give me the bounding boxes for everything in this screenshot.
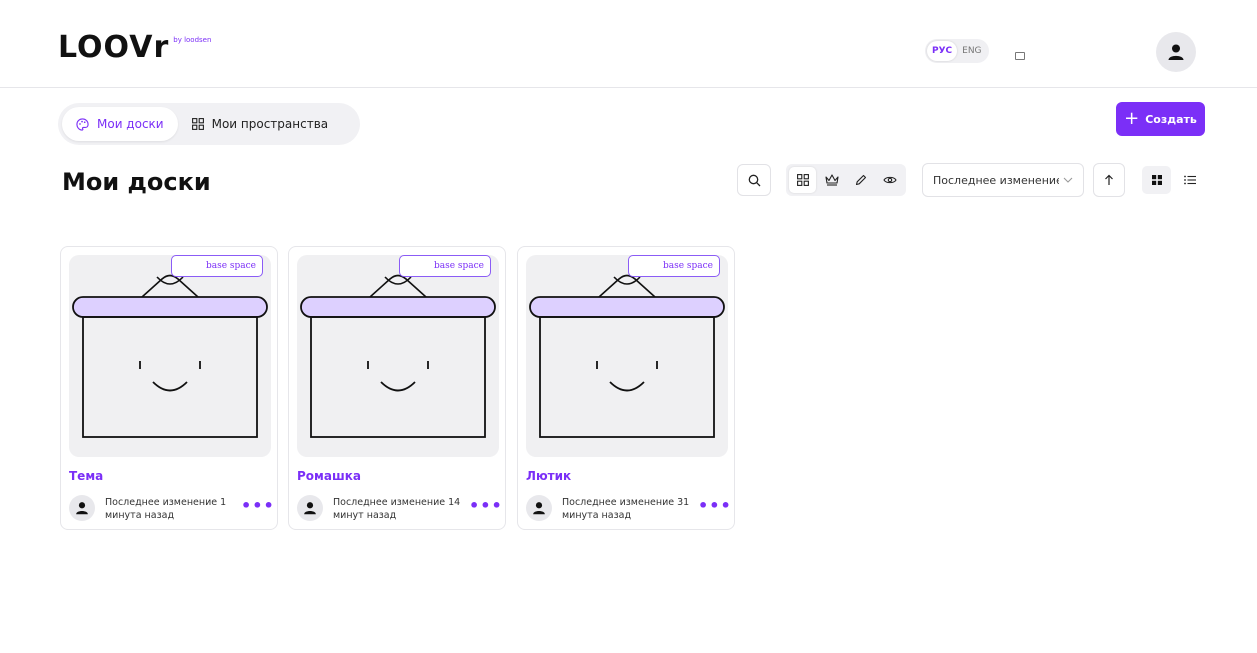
create-button[interactable]: + Создать <box>1116 102 1205 136</box>
board-thumbnail[interactable]: base space <box>69 255 271 457</box>
last-modified-text: Последнее изменение 1 минута назад <box>105 497 227 521</box>
list-view-icon <box>1183 175 1196 185</box>
crown-icon <box>824 174 839 186</box>
logo-text: LOOVr <box>58 30 170 65</box>
grid-icon <box>191 118 204 130</box>
palette-icon <box>76 117 89 131</box>
search-button[interactable] <box>737 164 771 196</box>
sort-select[interactable]: Последнее изменение <box>922 163 1084 197</box>
board-title[interactable]: Ромашка <box>297 469 361 483</box>
board-title[interactable]: Тема <box>69 469 103 483</box>
language-switcher: РУС ENG <box>925 39 989 63</box>
mail-icon[interactable] <box>1015 52 1025 60</box>
user-icon <box>1168 44 1184 60</box>
filter-editor-button[interactable] <box>847 167 874 193</box>
board-filter-group <box>786 164 906 196</box>
tab-my-spaces-label: Мои пространства <box>211 117 329 131</box>
space-badge: base space <box>171 255 263 277</box>
board-tabs: Мои доски Мои пространства <box>58 103 360 145</box>
lang-ru-button[interactable]: РУС <box>927 41 958 61</box>
board-illustration-icon <box>529 274 725 438</box>
search-icon <box>748 174 760 186</box>
board-illustration-icon <box>72 274 268 438</box>
board-card[interactable]: base space Ромашка Последнее изменение 1… <box>288 246 506 530</box>
board-card[interactable]: base space Лютик Последнее изменение 31 … <box>517 246 735 530</box>
filter-owner-button[interactable] <box>818 167 845 193</box>
filter-all-button[interactable] <box>789 167 816 193</box>
board-thumbnail[interactable]: base space <box>526 255 728 457</box>
more-options-icon[interactable]: ••• <box>698 498 732 514</box>
board-illustration-icon <box>300 274 496 438</box>
list-view-button[interactable] <box>1175 166 1204 194</box>
create-button-label: Создать <box>1145 112 1197 126</box>
arrow-up-icon <box>1105 174 1113 185</box>
space-badge: base space <box>399 255 491 277</box>
sort-select-value: Последнее изменение <box>933 173 1059 187</box>
board-card[interactable]: base space Тема Последнее изменение 1 ми… <box>60 246 278 530</box>
board-thumbnail[interactable]: base space <box>297 255 499 457</box>
tab-my-boards-label: Мои доски <box>97 117 164 131</box>
chevron-down-icon <box>1063 177 1073 183</box>
logo[interactable]: LOOVr by loodsen <box>58 30 212 65</box>
more-options-icon[interactable]: ••• <box>241 498 275 514</box>
sort-direction-button[interactable] <box>1093 163 1125 197</box>
owner-avatar <box>297 495 323 521</box>
pencil-icon <box>855 174 866 186</box>
lang-en-button[interactable]: ENG <box>957 41 986 61</box>
plus-icon: + <box>1124 108 1140 129</box>
user-icon <box>76 502 88 515</box>
view-mode-group <box>1140 164 1206 196</box>
last-modified-text: Последнее изменение 31 минута назад <box>562 497 690 521</box>
tab-my-spaces[interactable]: Мои пространства <box>178 107 343 141</box>
page-title: Мои доски <box>62 168 211 196</box>
filter-viewer-button[interactable] <box>876 167 903 193</box>
grid-view-icon <box>1151 175 1162 185</box>
owner-avatar <box>526 495 552 521</box>
eye-icon <box>882 176 897 184</box>
grid-view-button[interactable] <box>1142 166 1171 194</box>
user-icon <box>533 502 545 515</box>
user-icon <box>304 502 316 515</box>
grid-icon <box>796 174 809 186</box>
more-options-icon[interactable]: ••• <box>469 498 503 514</box>
user-avatar-button[interactable] <box>1156 32 1196 72</box>
space-badge: base space <box>628 255 720 277</box>
board-title[interactable]: Лютик <box>526 469 571 483</box>
logo-by-text: by loodsen <box>173 36 212 44</box>
owner-avatar <box>69 495 95 521</box>
tab-my-boards[interactable]: Мои доски <box>62 107 178 141</box>
last-modified-text: Последнее изменение 14 минут назад <box>333 497 461 521</box>
